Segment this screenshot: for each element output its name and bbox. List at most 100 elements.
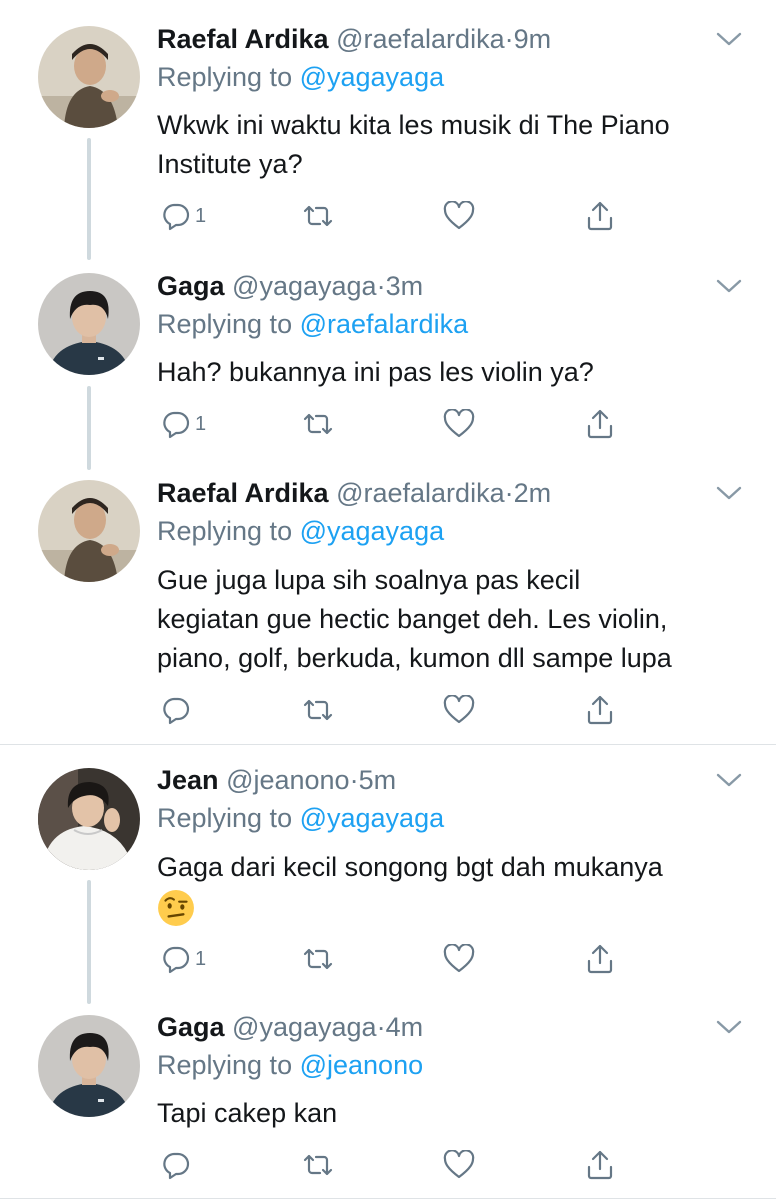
tweet-emoji-line — [157, 887, 757, 931]
share-button[interactable] — [585, 198, 615, 234]
replying-label: Replying to — [157, 803, 300, 833]
like-icon — [443, 695, 475, 724]
tweet-text-line: piano, golf, berkuda, kumon dll sampe lu… — [157, 643, 672, 673]
separator: · — [376, 1012, 386, 1042]
chevron-down-icon[interactable] — [715, 484, 743, 502]
share-icon — [587, 944, 613, 974]
retweet-icon — [303, 948, 333, 970]
tweet-header: Gaga @yagayaga·3m — [157, 269, 423, 303]
share-icon — [587, 1150, 613, 1180]
chevron-down-icon[interactable] — [715, 30, 743, 48]
reply-button[interactable] — [161, 1147, 195, 1183]
retweet-icon — [303, 699, 333, 721]
replying-label: Replying to — [157, 62, 300, 92]
share-icon — [587, 201, 613, 231]
share-button[interactable] — [585, 406, 615, 442]
tweet-text-line: Tapi cakep kan — [157, 1098, 338, 1128]
display-name[interactable]: Raefal Ardika — [157, 478, 329, 508]
like-icon — [443, 1150, 475, 1179]
timestamp[interactable]: 9m — [514, 24, 552, 54]
tweet-header: Jean @jeanono·5m — [157, 763, 396, 797]
chevron-down-icon[interactable] — [715, 277, 743, 295]
timestamp[interactable]: 5m — [359, 765, 397, 795]
like-button[interactable] — [443, 406, 475, 442]
tweet-header: Raefal Ardika @raefalardika·2m — [157, 476, 551, 510]
tweet-text: Gue juga lupa sih soalnya pas kecil kegi… — [157, 561, 757, 678]
avatar[interactable] — [38, 480, 140, 582]
mention-link[interactable]: @raefalardika — [300, 309, 469, 339]
tweet-actions — [157, 1147, 627, 1183]
user-handle[interactable]: @yagayaga — [232, 1012, 377, 1042]
timestamp[interactable]: 2m — [514, 478, 552, 508]
retweet-icon — [303, 413, 333, 435]
retweet-icon — [303, 1154, 333, 1176]
thread-line — [87, 880, 91, 1004]
user-handle[interactable]: @yagayaga — [232, 271, 377, 301]
like-icon — [443, 201, 475, 230]
user-handle[interactable]: @raefalardika — [336, 24, 505, 54]
reply-icon — [163, 1152, 190, 1180]
reply-count: 1 — [195, 204, 207, 227]
display-name[interactable]: Raefal Ardika — [157, 24, 329, 54]
timestamp[interactable]: 3m — [386, 271, 424, 301]
tweet-text: Gaga dari kecil songong bgt dah mukanya — [157, 848, 757, 931]
avatar[interactable] — [38, 768, 140, 870]
mention-link[interactable]: @yagayaga — [300, 803, 445, 833]
reply-button[interactable]: 1 — [161, 198, 206, 234]
share-button[interactable] — [585, 941, 615, 977]
like-icon — [443, 409, 475, 438]
tweet-actions: 1 — [157, 406, 627, 442]
tweet-text: Wkwk ini waktu kita les musik di The Pia… — [157, 106, 757, 184]
thread-line — [87, 138, 91, 260]
replying-label: Replying to — [157, 516, 300, 546]
display-name[interactable]: Gaga — [157, 1012, 225, 1042]
tweet-text-line: Gue juga lupa sih soalnya pas kecil — [157, 565, 581, 595]
share-button[interactable] — [585, 1147, 615, 1183]
mention-link[interactable]: @yagayaga — [300, 516, 445, 546]
retweet-button[interactable] — [301, 692, 335, 728]
share-icon — [587, 695, 613, 725]
retweet-button[interactable] — [301, 406, 335, 442]
retweet-button[interactable] — [301, 941, 335, 977]
avatar[interactable] — [38, 1015, 140, 1117]
retweet-button[interactable] — [301, 198, 335, 234]
separator: · — [376, 271, 386, 301]
tweet-text-line: Wkwk ini waktu kita les musik di The Pia… — [157, 110, 670, 140]
chevron-down-icon[interactable] — [715, 1018, 743, 1036]
reply-button[interactable]: 1 — [161, 941, 206, 977]
like-button[interactable] — [443, 941, 475, 977]
reply-count: 1 — [195, 947, 207, 970]
display-name[interactable]: Gaga — [157, 271, 225, 301]
tweet-text-line: Gaga dari kecil songong bgt dah mukanya — [157, 852, 663, 882]
user-handle[interactable]: @raefalardika — [336, 478, 505, 508]
avatar[interactable] — [38, 26, 140, 128]
avatar[interactable] — [38, 273, 140, 375]
tweet-actions — [157, 692, 627, 728]
replying-to: Replying to @raefalardika — [157, 307, 468, 341]
like-button[interactable] — [443, 1147, 475, 1183]
share-button[interactable] — [585, 692, 615, 728]
timestamp[interactable]: 4m — [386, 1012, 424, 1042]
chevron-down-icon[interactable] — [715, 771, 743, 789]
display-name[interactable]: Jean — [157, 765, 219, 795]
user-handle[interactable]: @jeanono — [226, 765, 350, 795]
share-icon — [587, 409, 613, 439]
reply-icon — [163, 203, 190, 231]
mention-link[interactable]: @yagayaga — [300, 62, 445, 92]
mention-link[interactable]: @jeanono — [300, 1050, 424, 1080]
replying-label: Replying to — [157, 1050, 300, 1080]
tweet-text: Tapi cakep kan — [157, 1094, 757, 1133]
tweet-header: Gaga @yagayaga·4m — [157, 1010, 423, 1044]
retweet-button[interactable] — [301, 1147, 335, 1183]
reply-button[interactable] — [161, 692, 195, 728]
tweet-actions: 1 — [157, 198, 627, 234]
tweet-text-line: Institute ya? — [157, 149, 303, 179]
like-button[interactable] — [443, 198, 475, 234]
tweet-text: Hah? bukannya ini pas les violin ya? — [157, 353, 757, 392]
like-button[interactable] — [443, 692, 475, 728]
tweet-text-line: kegiatan gue hectic banget deh. Les viol… — [157, 604, 668, 634]
reply-icon — [163, 411, 190, 439]
replying-to: Replying to @yagayaga — [157, 801, 444, 835]
replying-label: Replying to — [157, 309, 300, 339]
reply-button[interactable]: 1 — [161, 406, 206, 442]
